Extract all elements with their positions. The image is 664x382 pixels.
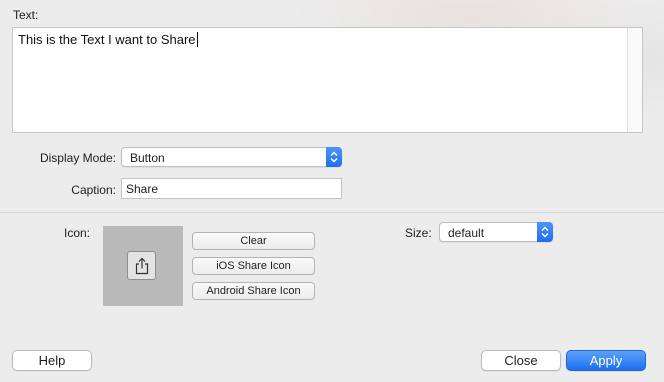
size-value: default [448, 226, 485, 240]
size-select[interactable]: default [439, 222, 553, 242]
caption-input[interactable]: Share [121, 178, 342, 199]
section-divider [0, 212, 664, 213]
text-area-content: This is the Text I want to Share [18, 32, 198, 47]
display-mode-select[interactable]: Button [121, 147, 342, 167]
caption-label: Caption: [71, 183, 116, 197]
apply-button[interactable]: Apply [566, 350, 646, 371]
display-mode-arrows-icon [326, 147, 342, 167]
text-area[interactable]: This is the Text I want to Share [12, 27, 643, 133]
caption-value: Share [126, 182, 159, 196]
android-share-icon-button[interactable]: Android Share Icon [192, 282, 315, 300]
text-area-scrollbar[interactable] [627, 28, 642, 132]
text-caret [196, 32, 198, 47]
ios-share-icon-button[interactable]: iOS Share Icon [192, 257, 315, 275]
display-mode-value: Button [130, 151, 165, 165]
icon-label: Icon: [64, 226, 91, 240]
size-arrows-icon [537, 222, 553, 242]
help-button[interactable]: Help [12, 350, 92, 371]
size-label: Size: [405, 226, 432, 240]
text-area-value: This is the Text I want to Share [18, 32, 196, 47]
icon-well[interactable] [103, 226, 183, 306]
clear-icon-button[interactable]: Clear [192, 232, 315, 250]
share-icon [127, 251, 156, 280]
close-button[interactable]: Close [481, 350, 561, 371]
text-label: Text: [13, 8, 39, 22]
display-mode-label: Display Mode: [39, 151, 116, 165]
